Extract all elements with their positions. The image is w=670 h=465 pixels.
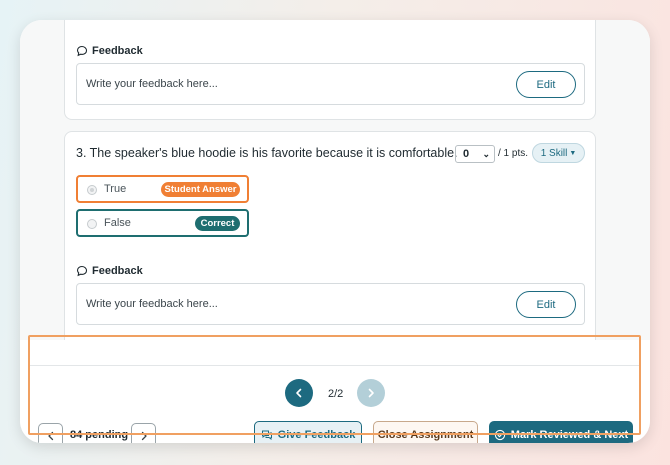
chevron-down-icon: ⌄	[482, 149, 490, 159]
next-question-button[interactable]	[357, 379, 385, 407]
feedback-placeholder: Write your feedback here...	[86, 298, 218, 310]
option-label: False	[104, 217, 131, 229]
correct-badge: Correct	[195, 216, 240, 231]
mark-reviewed-next-button[interactable]: Mark Reviewed & Next	[489, 421, 633, 443]
points-value: 0	[463, 148, 470, 160]
points-select[interactable]: 0 ⌄	[455, 145, 495, 163]
feedback-heading-text: Feedback	[92, 265, 143, 277]
question-card: 3. The speaker's blue hoodie is his favo…	[64, 131, 596, 340]
answer-option-false[interactable]: False Correct	[76, 209, 249, 237]
chevron-left-icon	[296, 388, 302, 398]
feedback-heading-text: Feedback	[92, 45, 143, 57]
review-footer: 2/2 84 pending Give Feedback Close Assig…	[20, 340, 650, 443]
edit-feedback-button[interactable]: Edit	[516, 71, 576, 98]
grading-card: Feedback Write your feedback here... Edi…	[20, 20, 650, 443]
close-assignment-button[interactable]: Close Assignment	[373, 421, 478, 443]
student-answer-badge: Student Answer	[161, 182, 240, 197]
feedback-field[interactable]: Write your feedback here... Edit	[76, 283, 585, 325]
chat-bubbles-icon	[261, 430, 272, 440]
option-label: True	[104, 183, 127, 195]
question-text: 3. The speaker's blue hoodie is his favo…	[76, 146, 458, 160]
mark-reviewed-label: Mark Reviewed & Next	[510, 429, 629, 441]
divider	[30, 365, 639, 366]
previous-question-button[interactable]	[285, 379, 313, 407]
radio-button[interactable]	[87, 219, 97, 229]
give-feedback-button[interactable]: Give Feedback	[254, 421, 362, 443]
feedback-field[interactable]: Write your feedback here... Edit	[76, 63, 585, 105]
radio-button[interactable]	[87, 185, 97, 195]
chevron-right-icon	[368, 388, 374, 398]
previous-submission-button[interactable]	[38, 423, 63, 443]
chevron-right-icon	[141, 431, 147, 440]
feedback-heading: Feedback	[76, 45, 143, 57]
pending-count: 84 pending	[70, 429, 129, 441]
feedback-placeholder: Write your feedback here...	[86, 78, 218, 90]
feedback-panel-previous: Feedback Write your feedback here... Edi…	[64, 20, 596, 120]
feedback-heading: Feedback	[76, 265, 143, 277]
skill-label: 1 Skill	[540, 147, 568, 159]
give-feedback-label: Give Feedback	[277, 429, 356, 441]
comment-icon	[76, 45, 88, 57]
chevron-left-icon	[47, 431, 53, 440]
caret-down-icon: ▼	[569, 149, 577, 157]
comment-icon	[76, 265, 88, 277]
page-indicator: 2/2	[328, 388, 344, 400]
check-circle-icon	[494, 429, 505, 441]
skill-dropdown-button[interactable]: 1 Skill ▼	[532, 143, 585, 163]
answer-option-true[interactable]: True Student Answer	[76, 175, 249, 203]
points-suffix: / 1 pts.	[498, 148, 529, 159]
question-scroll-area[interactable]: Feedback Write your feedback here... Edi…	[20, 20, 650, 340]
edit-feedback-button[interactable]: Edit	[516, 291, 576, 318]
next-submission-button[interactable]	[131, 423, 156, 443]
